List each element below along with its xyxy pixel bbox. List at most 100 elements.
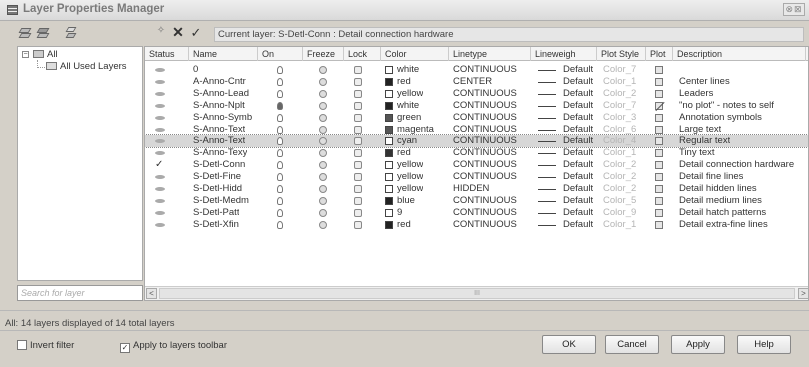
scroll-left-button[interactable]: <: [146, 288, 157, 299]
layer-description[interactable]: Center lines: [679, 76, 730, 88]
layer-status-icon[interactable]: [155, 139, 165, 144]
freeze-sun-icon[interactable]: [319, 185, 327, 193]
layer-row[interactable]: 0 white CONTINUOUS Default Color_7: [145, 64, 808, 76]
printer-icon[interactable]: [655, 161, 663, 170]
lightbulb-icon[interactable]: [277, 77, 283, 86]
layer-description[interactable]: Detail extra-fine lines: [679, 219, 768, 231]
color-name[interactable]: yellow: [397, 171, 423, 183]
linetype[interactable]: CONTINUOUS: [453, 159, 517, 171]
scroll-thumb[interactable]: III: [159, 288, 795, 299]
lock-icon[interactable]: [354, 137, 362, 146]
lightbulb-icon[interactable]: [277, 113, 283, 122]
layer-row[interactable]: S-Detl-Medm blue CONTINUOUS Default Color_5 D…: [145, 195, 808, 207]
collapse-toggle[interactable]: −: [22, 51, 29, 58]
column-header-lock[interactable]: Lock: [344, 47, 381, 61]
freeze-sun-icon[interactable]: [319, 208, 327, 217]
color-name[interactable]: yellow: [397, 88, 423, 100]
freeze-sun-icon[interactable]: [319, 89, 327, 98]
color-name[interactable]: cyan: [397, 135, 417, 147]
layer-row[interactable]: S-Anno-Nplt white CONTINUOUS Default Color_7…: [145, 100, 808, 112]
color-swatch[interactable]: [385, 208, 393, 217]
color-swatch[interactable]: [385, 101, 393, 110]
color-swatch[interactable]: [385, 185, 393, 193]
no-plot-printer-icon[interactable]: [655, 101, 663, 110]
layer-row[interactable]: ✓ S-Detl-Conn yellow CONTINUOUS Default Color…: [145, 159, 808, 171]
color-swatch[interactable]: [385, 113, 393, 122]
color-swatch[interactable]: [385, 66, 393, 74]
layer-status-icon[interactable]: [155, 198, 165, 203]
color-swatch[interactable]: [385, 149, 393, 158]
layer-status-icon[interactable]: [155, 68, 165, 72]
layer-row[interactable]: S-Detl-Xfin red CONTINUOUS Default Color_1 De…: [145, 219, 808, 231]
scroll-right-button[interactable]: >: [798, 288, 808, 299]
layer-name[interactable]: S-Detl-Medm: [193, 195, 249, 207]
lineweight[interactable]: Default: [563, 195, 593, 207]
lock-icon[interactable]: [354, 101, 362, 110]
layer-row[interactable]: S-Detl-Patt 9 CONTINUOUS Default Color_9 Deta…: [145, 207, 808, 219]
layer-row[interactable]: S-Detl-Fine yellow CONTINUOUS Default Color_…: [145, 171, 808, 183]
column-header-plot-style[interactable]: Plot Style: [597, 47, 646, 61]
help-button[interactable]: Help: [737, 335, 791, 354]
column-header-on[interactable]: On: [258, 47, 303, 61]
color-name[interactable]: 9: [397, 207, 402, 219]
column-header-plot[interactable]: Plot: [646, 47, 673, 61]
printer-icon[interactable]: [655, 113, 663, 122]
freeze-sun-icon[interactable]: [319, 137, 327, 146]
color-swatch[interactable]: [385, 77, 393, 86]
column-header-color[interactable]: Color: [381, 47, 449, 61]
lineweight[interactable]: Default: [563, 88, 593, 100]
lightbulb-icon[interactable]: [277, 220, 283, 229]
layer-name[interactable]: S-Detl-Xfin: [193, 219, 239, 231]
ok-button[interactable]: OK: [542, 335, 596, 354]
layer-row[interactable]: A-Anno-Cntr red CENTER Default Color_1 Center…: [145, 76, 808, 88]
new-layer-icon[interactable]: ✧: [153, 25, 169, 41]
freeze-sun-icon[interactable]: [319, 161, 327, 170]
lightbulb-icon[interactable]: [277, 161, 283, 170]
lineweight[interactable]: Default: [563, 64, 593, 76]
linetype[interactable]: HIDDEN: [453, 183, 489, 195]
lightbulb-icon[interactable]: [277, 101, 283, 110]
lineweight[interactable]: Default: [563, 100, 593, 112]
printer-icon[interactable]: [655, 173, 663, 182]
color-name[interactable]: red: [397, 219, 411, 231]
linetype[interactable]: CONTINUOUS: [453, 219, 517, 231]
column-header-status[interactable]: Status: [145, 47, 189, 61]
layer-row[interactable]: S-Anno-Symb green CONTINUOUS Default Color_3…: [145, 112, 808, 124]
lock-icon[interactable]: [354, 173, 362, 182]
lock-icon[interactable]: [354, 89, 362, 98]
color-swatch[interactable]: [385, 125, 393, 134]
layer-name[interactable]: S-Detl-Patt: [193, 207, 239, 219]
lock-icon[interactable]: [354, 208, 362, 217]
lineweight[interactable]: Default: [563, 76, 593, 88]
lock-icon[interactable]: [354, 113, 362, 122]
layer-status-icon[interactable]: [155, 222, 165, 227]
layer-name[interactable]: S-Anno-Nplt: [193, 100, 245, 112]
lightbulb-icon[interactable]: [277, 149, 283, 158]
layer-name[interactable]: S-Anno-Texy: [193, 147, 247, 159]
printer-icon[interactable]: [655, 137, 663, 146]
lock-icon[interactable]: [354, 125, 362, 134]
lock-icon[interactable]: [354, 196, 362, 205]
lock-icon[interactable]: [354, 77, 362, 86]
layer-name[interactable]: S-Detl-Conn: [193, 159, 245, 171]
layer-name[interactable]: S-Anno-Text: [193, 135, 245, 147]
linetype[interactable]: CENTER: [453, 76, 492, 88]
lightbulb-icon[interactable]: [277, 208, 283, 217]
invert-filter-checkbox[interactable]: [17, 340, 27, 350]
freeze-sun-icon[interactable]: [319, 173, 327, 182]
layer-status-icon[interactable]: [155, 79, 165, 84]
freeze-sun-icon[interactable]: [319, 77, 327, 86]
layer-name[interactable]: A-Anno-Cntr: [193, 76, 246, 88]
layer-status-icon[interactable]: [155, 127, 165, 132]
linetype[interactable]: CONTINUOUS: [453, 112, 517, 124]
invert-filter-option[interactable]: Invert filter: [17, 340, 74, 351]
layer-status-icon[interactable]: [155, 210, 165, 215]
lock-icon[interactable]: [354, 220, 362, 229]
freeze-sun-icon[interactable]: [319, 220, 327, 229]
layer-description[interactable]: Detail medium lines: [679, 195, 762, 207]
lineweight[interactable]: Default: [563, 147, 593, 159]
lock-icon[interactable]: [354, 161, 362, 170]
printer-icon[interactable]: [655, 208, 663, 217]
close-button[interactable]: ⊗⊠: [783, 3, 805, 16]
set-current-icon[interactable]: ✓: [188, 25, 204, 41]
